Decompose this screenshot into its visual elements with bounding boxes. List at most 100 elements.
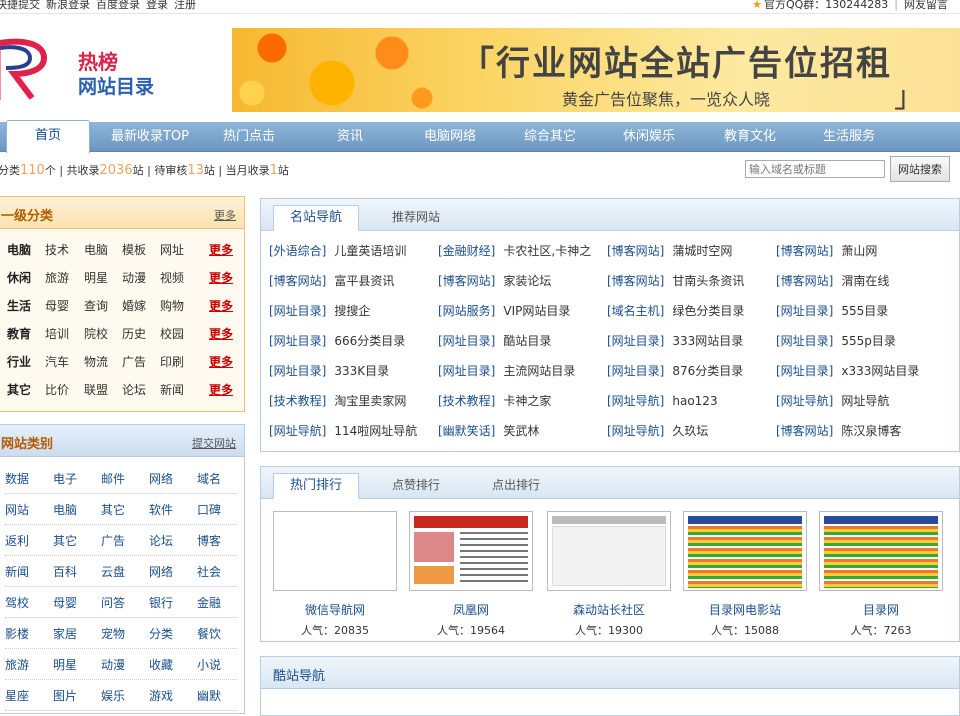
site-name-link[interactable]: 666分类目录 xyxy=(334,334,405,348)
site-type-link[interactable]: 域名 xyxy=(197,470,221,487)
category-row-more-link[interactable]: 更多 xyxy=(209,325,233,342)
category-link[interactable]: 网址 xyxy=(160,241,184,258)
site-category-tag[interactable]: [网址导航] xyxy=(607,424,664,438)
category-link[interactable]: 院校 xyxy=(84,325,108,342)
category-link[interactable]: 校园 xyxy=(160,325,184,342)
submit-site-link[interactable]: 提交网站 xyxy=(192,435,236,451)
site-name-link[interactable]: 蒲城时空网 xyxy=(672,244,732,258)
category-head-link[interactable]: 生活 xyxy=(7,297,31,314)
category-link[interactable]: 广告 xyxy=(122,353,146,370)
category-link[interactable]: 新闻 xyxy=(160,381,184,398)
hot-site-name[interactable]: 目录网电影站 xyxy=(683,601,807,618)
site-type-link[interactable]: 博客 xyxy=(197,532,221,549)
site-category-tag[interactable]: [技术教程] xyxy=(438,394,495,408)
site-category-tag[interactable]: [网址目录] xyxy=(776,364,833,378)
site-category-tag[interactable]: [网站服务] xyxy=(438,304,495,318)
site-name-link[interactable]: 甘南头条资讯 xyxy=(672,274,744,288)
hot-site-item[interactable]: 目录网电影站 人气：15088 xyxy=(683,511,807,638)
site-thumbnail[interactable] xyxy=(409,511,533,591)
hot-site-item[interactable]: 凤凰网 人气：19564 xyxy=(409,511,533,638)
site-name-link[interactable]: x333网站目录 xyxy=(841,364,919,378)
site-type-link[interactable]: 云盘 xyxy=(101,563,125,580)
site-name-link[interactable]: 绿色分类目录 xyxy=(672,304,744,318)
site-category-tag[interactable]: [网址目录] xyxy=(607,364,664,378)
site-category-tag[interactable]: [网址目录] xyxy=(776,304,833,318)
hot-site-item[interactable]: 目录网 人气：7263 xyxy=(819,511,943,638)
site-type-link[interactable]: 广告 xyxy=(101,532,125,549)
site-name-link[interactable]: 网址导航 xyxy=(841,394,889,408)
site-category-tag[interactable]: [外语综合] xyxy=(269,244,326,258)
site-type-link[interactable]: 分类 xyxy=(149,625,173,642)
site-name-link[interactable]: 淘宝里卖家网 xyxy=(334,394,406,408)
nav-item-computer[interactable]: 电脑网络 xyxy=(413,122,487,152)
hot-site-name[interactable]: 目录网 xyxy=(819,601,943,618)
hot-site-name[interactable]: 凤凰网 xyxy=(409,601,533,618)
tab-recommended[interactable]: 推荐网站 xyxy=(371,205,461,231)
site-type-link[interactable]: 明星 xyxy=(53,656,77,673)
category-link[interactable]: 模板 xyxy=(122,241,146,258)
category-link[interactable]: 培训 xyxy=(45,325,69,342)
category-link[interactable]: 汽车 xyxy=(45,353,69,370)
site-thumbnail[interactable] xyxy=(819,511,943,591)
site-type-link[interactable]: 社会 xyxy=(197,563,221,580)
hot-site-item[interactable]: 微信导航网 人气：20835 xyxy=(273,511,397,638)
nav-item-misc[interactable]: 综合其它 xyxy=(513,122,587,152)
category-row-more-link[interactable]: 更多 xyxy=(209,381,233,398)
register-link[interactable]: 注册 xyxy=(174,0,196,11)
site-category-tag[interactable]: [博客网站] xyxy=(776,424,833,438)
category-link[interactable]: 论坛 xyxy=(122,381,146,398)
category-link[interactable]: 物流 xyxy=(84,353,108,370)
nav-item-leisure[interactable]: 休闲娱乐 xyxy=(612,122,686,152)
site-category-tag[interactable]: [网址目录] xyxy=(269,334,326,348)
site-type-link[interactable]: 收藏 xyxy=(149,656,173,673)
site-category-tag[interactable]: [网址目录] xyxy=(776,334,833,348)
site-type-link[interactable]: 网络 xyxy=(149,470,173,487)
site-name-link[interactable]: 久玖坛 xyxy=(672,424,708,438)
nav-item-news[interactable]: 资讯 xyxy=(322,122,378,152)
category-link[interactable]: 比价 xyxy=(45,381,69,398)
nav-item-latest[interactable]: 最新收录TOP xyxy=(105,122,195,152)
site-type-link[interactable]: 宠物 xyxy=(101,625,125,642)
category-head-link[interactable]: 电脑 xyxy=(7,241,31,258)
site-name-link[interactable]: VIP网站目录 xyxy=(503,304,570,318)
site-type-link[interactable]: 幽默 xyxy=(197,687,221,704)
site-type-link[interactable]: 银行 xyxy=(149,594,173,611)
site-name-link[interactable]: 114啦网址导航 xyxy=(334,424,417,438)
site-type-link[interactable]: 游戏 xyxy=(149,687,173,704)
tab-famous-nav[interactable]: 名站导航 xyxy=(273,205,359,231)
site-name-link[interactable]: 儿童英语培训 xyxy=(334,244,406,258)
site-name-link[interactable]: 卡神之家 xyxy=(503,394,551,408)
site-type-link[interactable]: 驾校 xyxy=(5,594,29,611)
site-type-link[interactable]: 论坛 xyxy=(149,532,173,549)
category-head-link[interactable]: 休闲 xyxy=(7,269,31,286)
sina-login-link[interactable]: 新浪登录 xyxy=(46,0,90,11)
site-category-tag[interactable]: [幽默笑话] xyxy=(438,424,495,438)
site-category-tag[interactable]: [博客网站] xyxy=(269,274,326,288)
hot-site-name[interactable]: 微信导航网 xyxy=(273,601,397,618)
category-head-link[interactable]: 其它 xyxy=(7,381,31,398)
site-category-tag[interactable]: [域名主机] xyxy=(607,304,664,318)
site-name-link[interactable]: 家装论坛 xyxy=(503,274,551,288)
site-type-link[interactable]: 动漫 xyxy=(101,656,125,673)
site-name-link[interactable]: 渭南在线 xyxy=(841,274,889,288)
ad-banner[interactable]: 「行业网站全站广告位招租 黄金广告位聚焦，一览众人晓 」 xyxy=(232,28,960,112)
category-link[interactable]: 查询 xyxy=(84,297,108,314)
site-thumbnail[interactable] xyxy=(683,511,807,591)
guestbook-link[interactable]: 网友留言 xyxy=(904,0,948,11)
baidu-login-link[interactable]: 百度登录 xyxy=(96,0,140,11)
site-type-link[interactable]: 百科 xyxy=(53,563,77,580)
nav-item-education[interactable]: 教育文化 xyxy=(713,122,787,152)
site-type-link[interactable]: 软件 xyxy=(149,501,173,518)
site-type-link[interactable]: 其它 xyxy=(101,501,125,518)
category-link[interactable]: 动漫 xyxy=(122,269,146,286)
category-more-link[interactable]: 更多 xyxy=(214,207,236,223)
site-type-link[interactable]: 旅游 xyxy=(5,656,29,673)
search-button[interactable]: 网站搜索 xyxy=(890,156,950,182)
site-name-link[interactable]: 555目录 xyxy=(841,304,888,318)
category-row-more-link[interactable]: 更多 xyxy=(209,297,233,314)
site-type-link[interactable]: 网站 xyxy=(5,501,29,518)
site-name-link[interactable]: hao123 xyxy=(672,394,717,408)
site-name-link[interactable]: 主流网站目录 xyxy=(503,364,575,378)
site-type-link[interactable]: 邮件 xyxy=(101,470,125,487)
site-category-tag[interactable]: [网址目录] xyxy=(269,364,326,378)
